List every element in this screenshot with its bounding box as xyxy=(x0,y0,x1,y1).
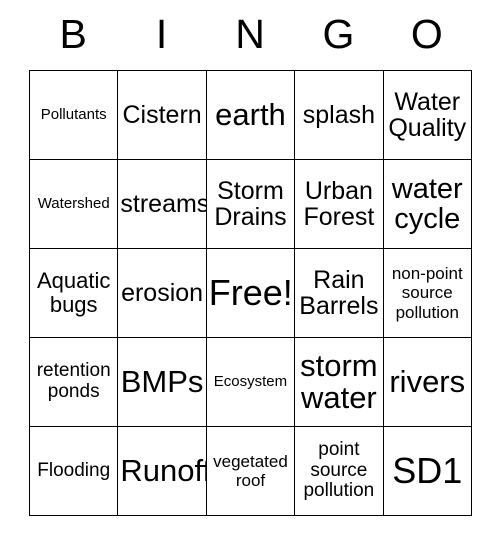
bingo-cell-g2[interactable]: Urban Forest xyxy=(294,159,384,249)
bingo-cell-i1[interactable]: Cistern xyxy=(117,70,207,160)
bingo-row: Pollutants Cistern earth splash Water Qu… xyxy=(28,70,472,160)
bingo-cell-label: Pollutants xyxy=(40,105,107,123)
bingo-cell-o4[interactable]: rivers xyxy=(382,337,472,427)
bingo-row: retention ponds BMPs Ecosystem storm wat… xyxy=(28,337,472,427)
bingo-cell-o2[interactable]: water cycle xyxy=(382,159,472,249)
bingo-cell-g5[interactable]: point source pollution xyxy=(294,426,384,516)
bingo-cell-o5[interactable]: SD1 xyxy=(382,426,472,516)
header-letter-i: I xyxy=(155,10,168,57)
bingo-cell-label: Free! xyxy=(208,271,293,313)
bingo-cell-b5[interactable]: Flooding xyxy=(28,426,119,516)
header-letter-o: O xyxy=(410,10,443,57)
bingo-cell-o1[interactable]: Water Quality xyxy=(382,70,472,160)
bingo-row: Aquatic bugs erosion Free! Rain Barrels … xyxy=(28,248,472,338)
bingo-cell-b3[interactable]: Aquatic bugs xyxy=(28,248,119,338)
header-letter-n: N xyxy=(235,10,265,57)
bingo-cell-label: storm water xyxy=(300,348,378,415)
bingo-cell-label: splash xyxy=(302,100,375,129)
bingo-cell-label: non-point source pollution xyxy=(391,264,463,322)
bingo-cell-label: Runoff xyxy=(120,453,207,489)
bingo-cell-b1[interactable]: Pollutants xyxy=(28,70,119,160)
bingo-cell-g1[interactable]: splash xyxy=(294,70,384,160)
bingo-cell-label: SD1 xyxy=(392,449,463,491)
bingo-grid: Pollutants Cistern earth splash Water Qu… xyxy=(28,70,472,516)
bingo-cell-i3[interactable]: erosion xyxy=(117,248,207,338)
bingo-card: B I N G O Pollutants Cistern earth splas… xyxy=(28,0,472,516)
header-letter-g: G xyxy=(322,10,355,57)
bingo-cell-b2[interactable]: Watershed xyxy=(28,159,119,249)
bingo-cell-label: streams xyxy=(120,189,207,218)
bingo-cell-i5[interactable]: Runoff xyxy=(117,426,207,516)
bingo-row: Flooding Runoff vegetated roof point sou… xyxy=(28,426,472,516)
bingo-header: B I N G O xyxy=(29,0,471,70)
bingo-cell-free-space[interactable]: Free! xyxy=(205,248,296,338)
header-letter-b: B xyxy=(59,10,87,57)
bingo-cell-label: Water Quality xyxy=(388,87,467,142)
bingo-cell-label: Flooding xyxy=(37,459,111,481)
bingo-cell-label: Storm Drains xyxy=(214,176,287,231)
bingo-cell-label: BMPs xyxy=(120,364,204,400)
bingo-cell-g3[interactable]: Rain Barrels xyxy=(294,248,384,338)
bingo-cell-label: vegetated roof xyxy=(213,451,288,490)
bingo-cell-label: water cycle xyxy=(391,172,463,235)
bingo-cell-i2[interactable]: streams xyxy=(117,159,207,249)
bingo-cell-label: point source pollution xyxy=(303,438,375,502)
bingo-cell-n4[interactable]: Ecosystem xyxy=(205,337,296,427)
bingo-cell-label: Watershed xyxy=(37,194,110,212)
bingo-cell-o3[interactable]: non-point source pollution xyxy=(382,248,472,338)
bingo-cell-n2[interactable]: Storm Drains xyxy=(205,159,296,249)
bingo-cell-label: rivers xyxy=(389,364,466,400)
bingo-cell-g4[interactable]: storm water xyxy=(294,337,384,427)
bingo-cell-label: Cistern xyxy=(122,100,202,129)
bingo-cell-n1[interactable]: earth xyxy=(205,70,296,160)
bingo-cell-label: erosion xyxy=(121,278,204,307)
bingo-cell-label: retention ponds xyxy=(36,360,111,402)
bingo-cell-label: Aquatic bugs xyxy=(37,268,111,317)
bingo-cell-label: Urban Forest xyxy=(303,176,375,231)
bingo-cell-label: earth xyxy=(215,97,286,133)
bingo-cell-label: Ecosystem xyxy=(213,372,288,390)
bingo-cell-i4[interactable]: BMPs xyxy=(117,337,207,427)
bingo-cell-label: Rain Barrels xyxy=(299,265,379,320)
bingo-cell-b4[interactable]: retention ponds xyxy=(28,337,119,427)
bingo-cell-n5[interactable]: vegetated roof xyxy=(205,426,296,516)
bingo-row: Watershed streams Storm Drains Urban For… xyxy=(28,159,472,249)
